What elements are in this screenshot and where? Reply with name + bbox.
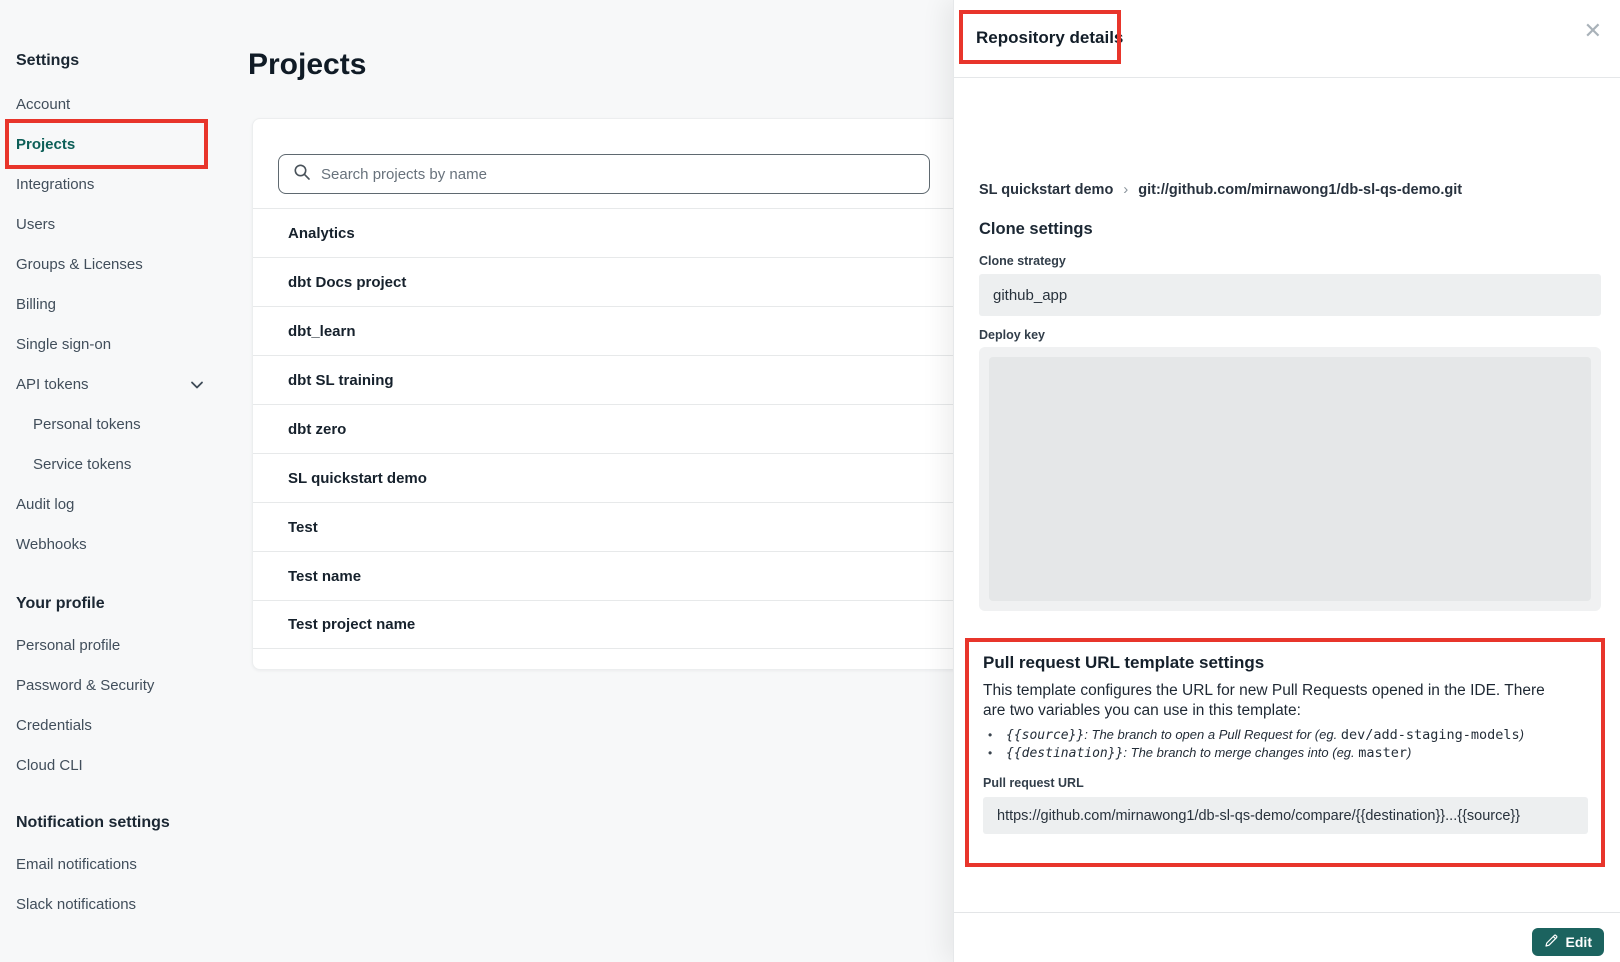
sidebar-item-billing[interactable]: Billing xyxy=(0,284,248,324)
deploy-key-label: Deploy key xyxy=(979,328,1045,342)
profile-nav-list: Personal profile Password & Security Cre… xyxy=(0,625,248,785)
panel-header: Repository details ✕ xyxy=(954,0,1620,78)
clone-strategy-value: github_app xyxy=(979,274,1601,316)
bullet-icon: • xyxy=(988,745,997,762)
sidebar-item-credentials[interactable]: Credentials xyxy=(0,705,248,745)
edit-button[interactable]: Edit xyxy=(1532,928,1604,956)
project-search-field[interactable] xyxy=(278,154,930,194)
source-example-code: dev/add-staging-models xyxy=(1341,727,1520,743)
search-input[interactable] xyxy=(321,166,881,183)
sidebar-item-audit-log[interactable]: Audit log xyxy=(0,484,248,524)
sidebar-item-groups-licenses[interactable]: Groups & Licenses xyxy=(0,244,248,284)
sidebar-item-users[interactable]: Users xyxy=(0,204,248,244)
sidebar-item-integrations[interactable]: Integrations xyxy=(0,164,248,204)
sidebar-item-single-sign-on[interactable]: Single sign-on xyxy=(0,324,248,364)
sidebar-section-your-profile: Your profile xyxy=(16,595,248,619)
pull-request-url-label: Pull request URL xyxy=(983,776,1587,790)
deploy-key-field[interactable] xyxy=(979,347,1601,611)
close-icon[interactable]: ✕ xyxy=(1584,20,1602,42)
pull-request-section-heading: Pull request URL template settings xyxy=(983,653,1587,673)
deploy-key-redacted-value xyxy=(989,357,1591,601)
variable-source-item: • {{source}}: The branch to open a Pull … xyxy=(983,727,1587,745)
edit-button-label: Edit xyxy=(1566,934,1592,950)
bullet-icon: • xyxy=(988,727,997,744)
settings-nav-list: Account Projects Integrations Users Grou… xyxy=(0,84,248,564)
breadcrumb-repo-url: git://github.com/mirnawong1/db-sl-qs-dem… xyxy=(1138,182,1462,198)
breadcrumb-project-name[interactable]: SL quickstart demo xyxy=(979,182,1113,198)
sidebar-item-personal-tokens[interactable]: Personal tokens xyxy=(0,404,248,444)
panel-title: Repository details xyxy=(976,28,1123,48)
chevron-down-icon[interactable] xyxy=(188,376,206,394)
sidebar-item-slack-notifications[interactable]: Slack notifications xyxy=(0,884,248,924)
sidebar-item-api-tokens[interactable]: API tokens xyxy=(0,364,248,404)
breadcrumb: SL quickstart demo › git://github.com/mi… xyxy=(979,181,1462,198)
sidebar-item-account[interactable]: Account xyxy=(0,84,248,124)
chevron-right-icon: › xyxy=(1123,181,1128,198)
variable-destination-item: • {{destination}}: The branch to merge c… xyxy=(983,745,1587,763)
page-title: Projects xyxy=(248,48,366,82)
clone-settings-heading: Clone settings xyxy=(979,220,1093,239)
pencil-icon xyxy=(1544,933,1559,951)
clone-strategy-label: Clone strategy xyxy=(979,254,1066,268)
panel-footer: Edit xyxy=(954,912,1620,962)
destination-variable-code: {{destination}} xyxy=(1006,746,1123,761)
sidebar-section-notification-settings: Notification settings xyxy=(16,814,248,838)
sidebar-item-password-security[interactable]: Password & Security xyxy=(0,665,248,705)
destination-example-code: master xyxy=(1358,745,1407,761)
repository-details-panel: Repository details ✕ SL quickstart demo … xyxy=(953,0,1620,962)
pull-request-template-section: Pull request URL template settings This … xyxy=(965,638,1605,867)
sidebar-section-settings: Settings xyxy=(16,52,248,76)
sidebar-item-email-notifications[interactable]: Email notifications xyxy=(0,844,248,884)
sidebar-item-webhooks[interactable]: Webhooks xyxy=(0,524,248,564)
source-variable-code: {{source}} xyxy=(1006,728,1084,743)
notification-nav-list: Email notifications Slack notifications xyxy=(0,844,248,924)
panel-body: SL quickstart demo › git://github.com/mi… xyxy=(954,79,1620,912)
sidebar-item-projects[interactable]: Projects xyxy=(0,124,248,164)
sidebar-item-service-tokens[interactable]: Service tokens xyxy=(0,444,248,484)
pull-request-url-value: https://github.com/mirnawong1/db-sl-qs-d… xyxy=(983,797,1588,834)
sidebar-item-personal-profile[interactable]: Personal profile xyxy=(0,625,248,665)
pull-request-description: This template configures the URL for new… xyxy=(983,681,1549,720)
settings-sidebar: Settings Account Projects Integrations U… xyxy=(0,0,248,962)
sidebar-item-cloud-cli[interactable]: Cloud CLI xyxy=(0,745,248,785)
search-icon xyxy=(293,163,311,186)
template-variables-list: • {{source}}: The branch to open a Pull … xyxy=(983,727,1587,762)
